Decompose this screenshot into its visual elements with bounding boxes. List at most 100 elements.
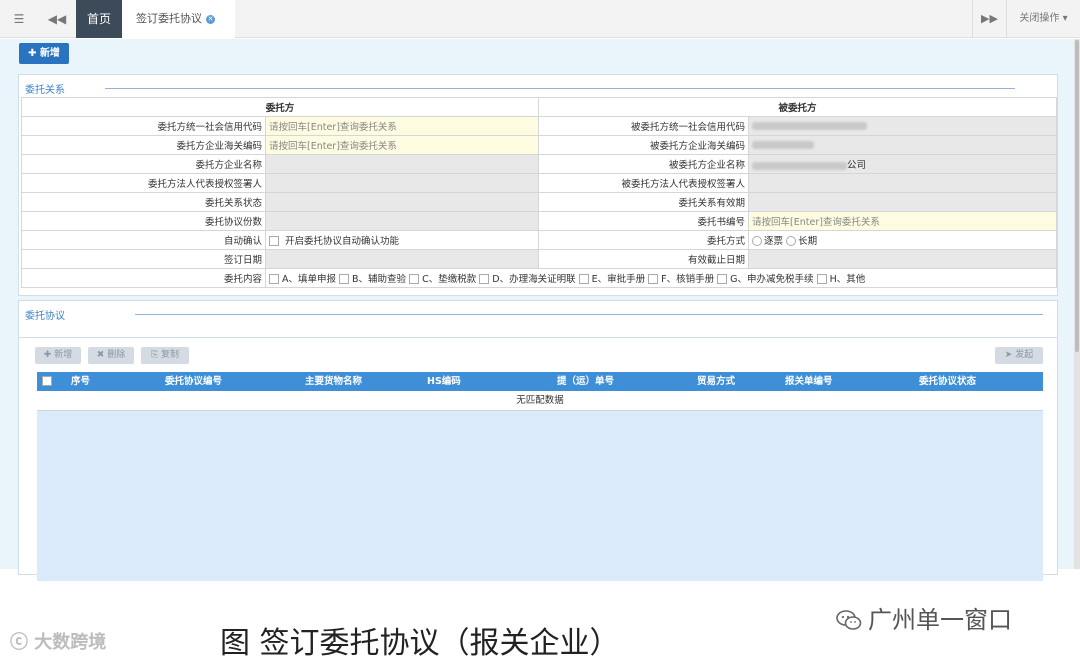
agent-name-label: 被委托方企业名称 xyxy=(538,154,750,174)
grid-header: 序号 委托协议编号 主要货物名称 HS编码 提（运）单号 贸易方式 报关单编号 … xyxy=(37,372,1043,391)
wechat-icon xyxy=(836,610,862,630)
watermark-right-text: 广州单一窗口 xyxy=(868,606,1012,634)
content-option: G、申办减免税手续 xyxy=(730,274,814,285)
add-button[interactable]: ✚ 新增 xyxy=(19,43,69,64)
grid-send-button[interactable]: ➤ 发起 xyxy=(995,347,1043,364)
watermark-left: ⓒ 大数跨境 xyxy=(10,632,107,653)
agent-signatory-label: 被委托方法人代表授权签署人 xyxy=(538,173,750,193)
col-goods-name[interactable]: 主要货物名称 xyxy=(305,372,362,391)
per-shipment-label: 逐票 xyxy=(764,236,784,247)
agreement-copies-label: 委托协议份数 xyxy=(21,211,266,231)
grid-send-label: 发起 xyxy=(1015,350,1034,360)
client-customs-code-label: 委托方企业海关编码 xyxy=(21,135,266,155)
close-operations-label: 关闭操作 xyxy=(1019,13,1060,24)
grid-add-button[interactable]: ✚ 新增 xyxy=(35,347,81,364)
auto-confirm-checkbox[interactable] xyxy=(269,236,279,246)
client-credit-code-input[interactable]: 请按回车[Enter]查询委托关系 xyxy=(264,116,540,136)
tab-home[interactable]: 首页 xyxy=(76,0,122,38)
close-operations-dropdown[interactable]: 关闭操作 ▾ xyxy=(1006,0,1080,38)
content-checkbox[interactable] xyxy=(269,274,279,284)
col-trade-mode[interactable]: 贸易方式 xyxy=(697,372,735,391)
content-option: C、垫缴税款 xyxy=(422,274,477,285)
agent-name-suffix: 公司 xyxy=(847,160,867,171)
long-term-label: 长期 xyxy=(798,236,818,247)
content-checkbox[interactable] xyxy=(648,274,659,284)
empty-row: 无匹配数据 xyxy=(37,391,1043,411)
tab-bar: ☰ ◀◀ 首页 签订委托协议 ✕ ▶▶ 关闭操作 ▾ xyxy=(0,0,1080,38)
sign-date-field xyxy=(264,249,540,269)
watermark-right: 广州单一窗口 xyxy=(836,600,1012,635)
col-index[interactable]: 序号 xyxy=(71,372,90,391)
grid-add-label: 新增 xyxy=(54,350,73,360)
menu-icon[interactable]: ☰ xyxy=(0,0,38,38)
watermark-left-text: 大数跨境 xyxy=(34,632,107,653)
agreement-copies-field xyxy=(264,211,540,231)
client-header: 委托方 xyxy=(20,97,540,117)
agent-customs-code-field xyxy=(748,135,1058,155)
agent-customs-code-label: 被委托方企业海关编码 xyxy=(538,135,750,155)
client-name-field xyxy=(264,154,540,174)
mandate-number-label: 委托书编号 xyxy=(538,211,750,231)
figure-caption: 图 签订委托协议（报关企业） xyxy=(220,626,620,661)
tab-sign-agreement[interactable]: 签订委托协议 ✕ xyxy=(122,0,235,38)
expiry-date-label: 有效截止日期 xyxy=(538,249,750,269)
relation-status-field xyxy=(264,192,540,212)
select-all-checkbox[interactable] xyxy=(42,376,52,386)
col-declaration-no[interactable]: 报关单编号 xyxy=(785,372,833,391)
mandate-number-input[interactable]: 请按回车[Enter]查询委托关系 xyxy=(748,211,1058,231)
double-left-icon[interactable]: ◀◀ xyxy=(38,0,76,38)
legend-divider xyxy=(105,88,1015,89)
agent-credit-code-field xyxy=(748,116,1058,136)
grid-delete-button[interactable]: ✖ 删除 xyxy=(88,347,134,364)
col-bill-no[interactable]: 提（运）单号 xyxy=(557,372,614,391)
agent-name-field: 公司 xyxy=(748,154,1058,174)
close-tab-icon[interactable]: ✕ xyxy=(206,15,215,24)
expiry-date-field xyxy=(748,249,1058,269)
content-option: F、核销手册 xyxy=(661,274,715,285)
content-checkbox[interactable] xyxy=(479,274,490,284)
auto-confirm-text: 开启委托协议自动确认功能 xyxy=(285,236,400,247)
double-right-icon[interactable]: ▶▶ xyxy=(972,0,1006,38)
grid-body: 无匹配数据 xyxy=(37,391,1043,581)
grid-delete-label: 删除 xyxy=(107,350,126,360)
content-checkbox[interactable] xyxy=(816,274,827,284)
client-credit-code-label: 委托方统一社会信用代码 xyxy=(21,116,266,136)
content-checkbox[interactable] xyxy=(717,274,728,284)
relation-status-label: 委托关系状态 xyxy=(21,192,266,212)
relation-panel: 委托关系 委托方 被委托方 委托方统一社会信用代码 请按回车[Enter]查询委… xyxy=(18,74,1058,296)
client-signatory-label: 委托方法人代表授权签署人 xyxy=(21,173,266,193)
agent-credit-code-label: 被委托方统一社会信用代码 xyxy=(538,116,750,136)
sign-date-label: 签订日期 xyxy=(21,249,266,269)
grid-copy-label: 复制 xyxy=(161,350,180,360)
section-divider xyxy=(19,337,1057,338)
grid-copy-button[interactable]: ⎘ 复制 xyxy=(141,347,189,364)
auto-confirm-cell: 开启委托协议自动确认功能 xyxy=(264,230,540,250)
long-term-radio[interactable] xyxy=(786,236,797,246)
agent-header: 被委托方 xyxy=(538,97,1058,117)
mandate-method-cell: 逐票 长期 xyxy=(748,230,1058,250)
agent-signatory-field xyxy=(748,173,1058,193)
relation-legend: 委托关系 xyxy=(25,85,65,96)
content-checkbox[interactable] xyxy=(339,274,350,284)
col-hs-code[interactable]: HS编码 xyxy=(427,372,461,391)
scrollbar-thumb[interactable] xyxy=(1075,40,1079,352)
relation-validity-label: 委托关系有效期 xyxy=(538,192,750,212)
content-option: H、其他 xyxy=(829,274,866,285)
col-agreement-no[interactable]: 委托协议编号 xyxy=(165,372,222,391)
agreement-legend: 委托协议 xyxy=(25,311,65,322)
content-option: D、办理海关证明联 xyxy=(492,274,576,285)
content-option: A、填单申报 xyxy=(282,274,336,285)
content-checkbox[interactable] xyxy=(578,274,589,284)
relation-validity-field xyxy=(748,192,1058,212)
tab-sign-agreement-label: 签订委托协议 xyxy=(136,12,202,25)
auto-confirm-label: 自动确认 xyxy=(21,230,266,250)
col-agreement-status[interactable]: 委托协议状态 xyxy=(919,372,976,391)
client-customs-code-input[interactable]: 请按回车[Enter]查询委托关系 xyxy=(264,135,540,155)
relation-form: 委托方 被委托方 委托方统一社会信用代码 请按回车[Enter]查询委托关系 被… xyxy=(20,97,1058,288)
add-button-label: 新增 xyxy=(39,48,60,59)
content-checkbox[interactable] xyxy=(409,274,420,284)
per-shipment-radio[interactable] xyxy=(752,236,763,246)
content-option: B、辅助查验 xyxy=(352,274,407,285)
client-signatory-field xyxy=(264,173,540,193)
legend-divider xyxy=(135,314,1043,315)
